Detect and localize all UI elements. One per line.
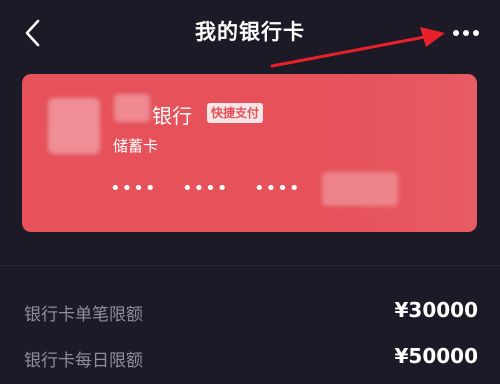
quick-pay-badge: 快捷支付	[207, 103, 264, 123]
card-type-label: 储蓄卡	[113, 137, 159, 155]
card-shade	[322, 74, 477, 232]
top-bar: 我的银行卡	[0, 0, 500, 70]
divider	[0, 265, 500, 266]
limit-value: ¥50000	[394, 344, 479, 368]
bank-logo	[48, 98, 100, 154]
bank-name-redacted	[114, 94, 150, 122]
card-number-group: ••••	[110, 178, 157, 199]
more-horizontal-icon	[453, 30, 479, 36]
bank-name: 银行	[152, 104, 192, 128]
card-number-group: ••••	[182, 178, 229, 199]
limit-label: 银行卡单笔限额	[24, 305, 143, 325]
daily-limit-row: 银行卡每日限额 ¥50000	[24, 344, 479, 376]
card-number: •••• •••• ••••	[22, 178, 477, 199]
single-limit-row: 银行卡单笔限额 ¥30000	[24, 298, 479, 330]
more-button[interactable]	[448, 22, 484, 44]
limit-value: ¥30000	[394, 298, 479, 322]
bank-card[interactable]: 银行 快捷支付 储蓄卡 •••• •••• ••••	[22, 74, 477, 232]
card-number-group: ••••	[254, 178, 301, 199]
page-title: 我的银行卡	[195, 20, 305, 44]
limit-label: 银行卡每日限额	[24, 351, 143, 371]
card-last-digits-redacted	[322, 172, 398, 206]
